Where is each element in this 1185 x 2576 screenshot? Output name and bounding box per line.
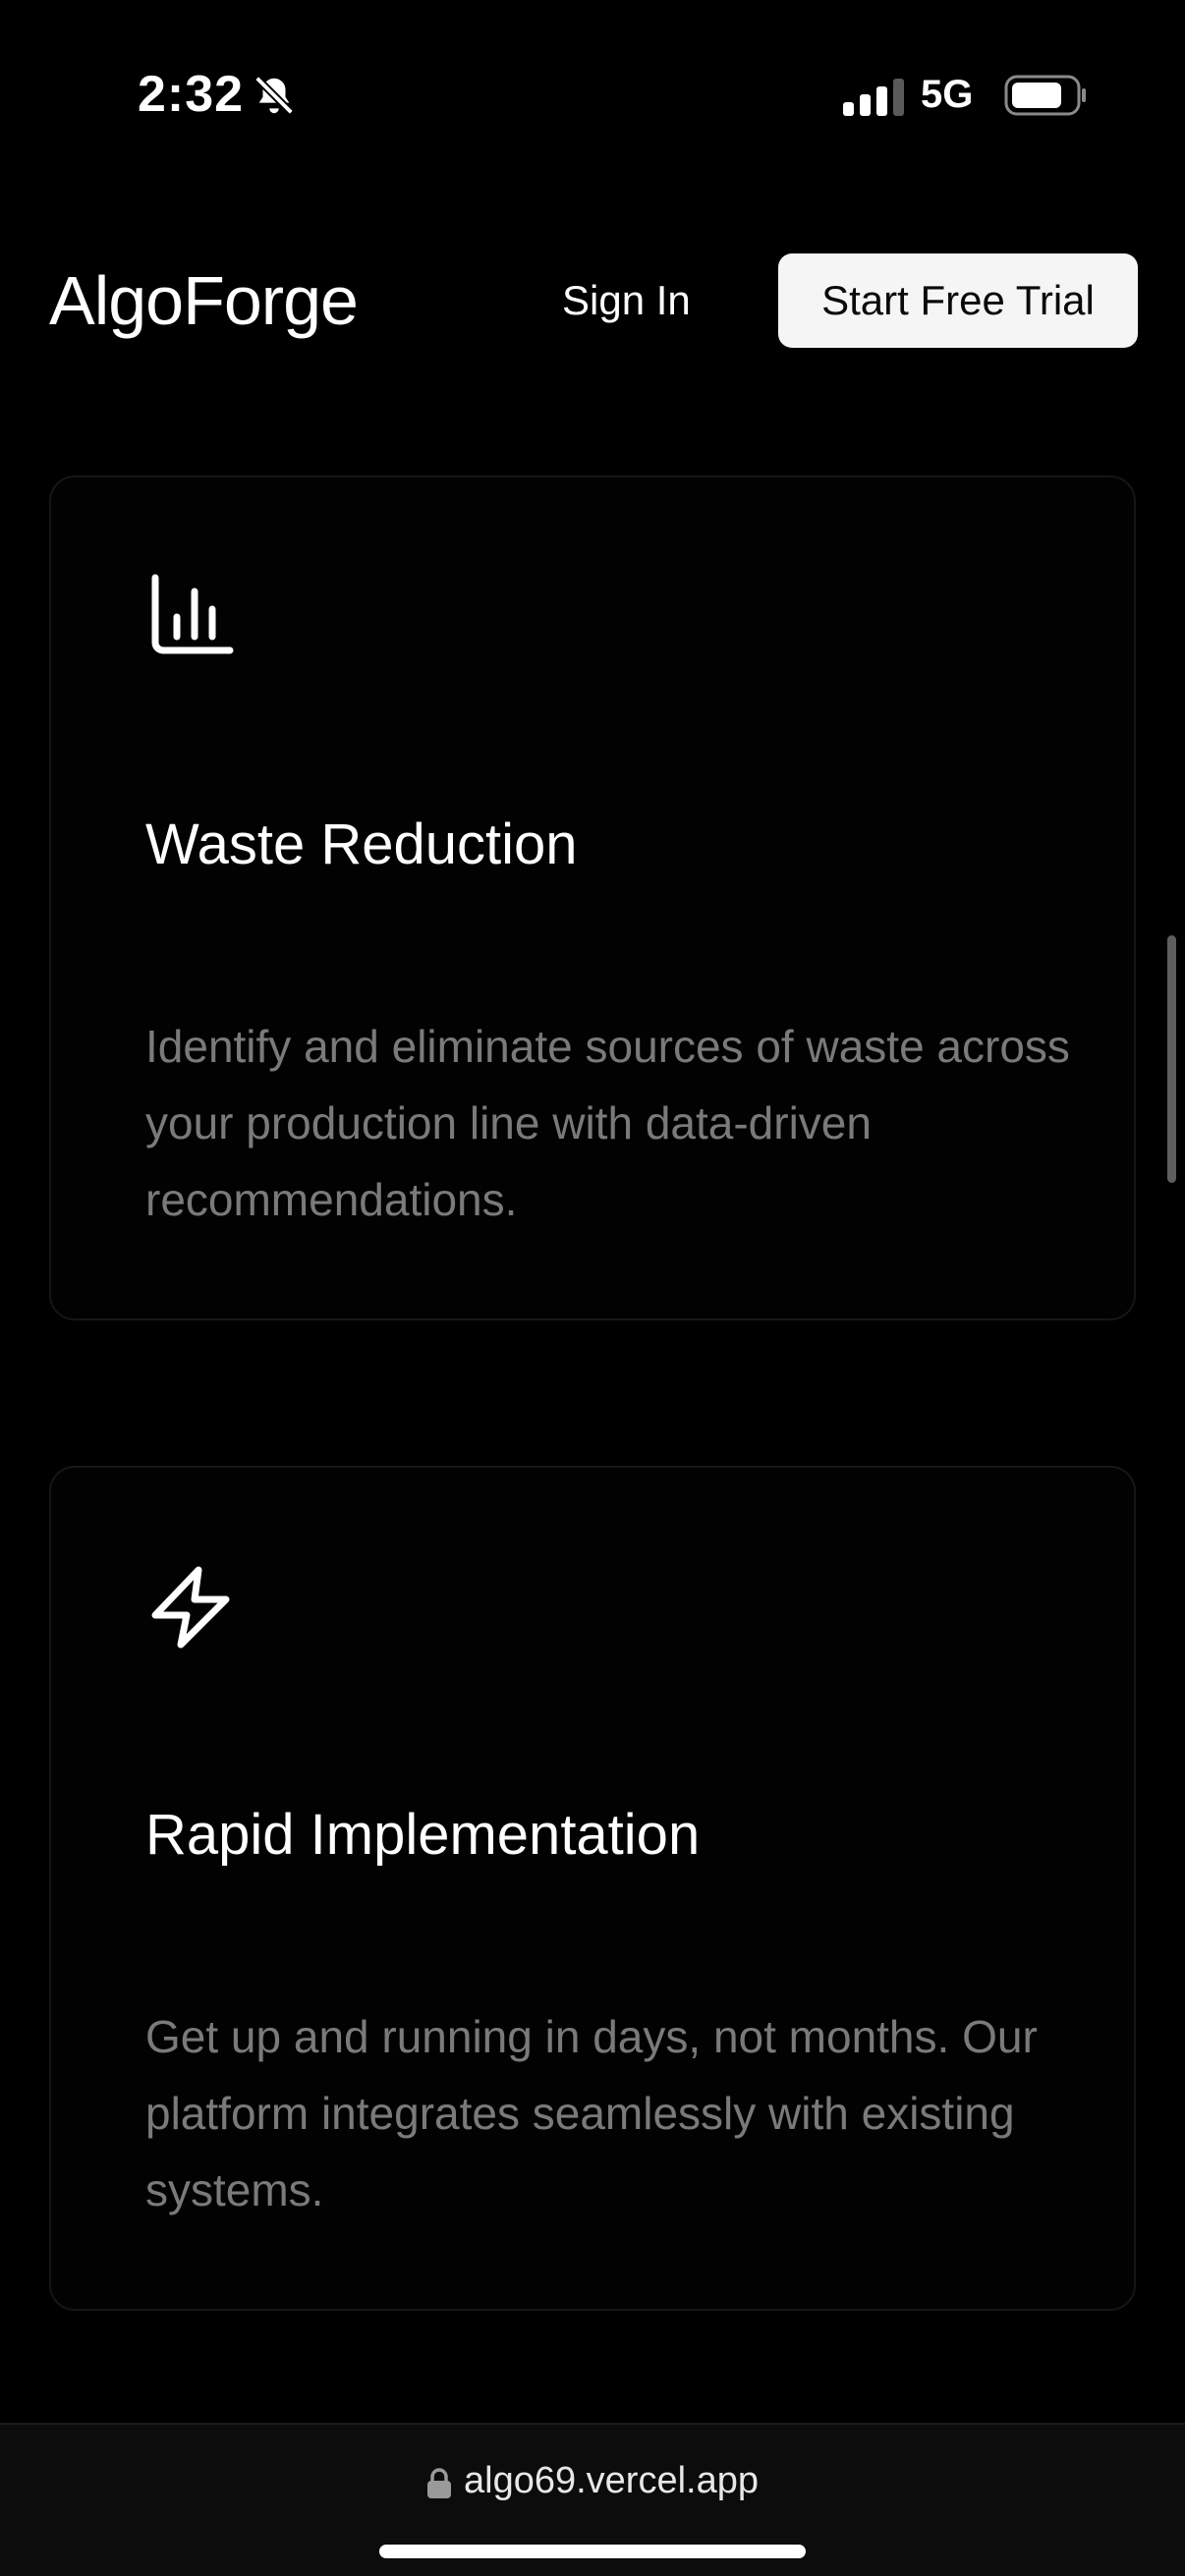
feature-description: Identify and eliminate sources of waste …: [145, 1021, 1070, 1225]
feature-card: Waste Reduction Identify and eliminate s…: [49, 476, 1136, 1320]
url-text[interactable]: algo69.vercel.app: [464, 2460, 759, 2502]
brand-logo[interactable]: AlgoForge: [49, 261, 359, 340]
site-header: AlgoForge Sign In Start Free Trial: [0, 226, 1185, 373]
network-label: 5G: [921, 73, 974, 116]
battery-icon: [1004, 75, 1086, 116]
scrollbar-thumb[interactable]: [1167, 935, 1176, 1183]
status-bar: 2:32 5G UC: [0, 0, 1185, 187]
home-indicator[interactable]: [379, 2545, 806, 2558]
feature-description: Get up and running in days, not months. …: [145, 2011, 1038, 2215]
bar-chart-icon: [151, 574, 234, 654]
feature-title: Rapid Implementation: [145, 1803, 701, 1867]
feature-card: Rapid Implementation Get up and running …: [49, 1466, 1136, 2311]
bell-off-icon: [254, 76, 294, 115]
status-time: 2:32: [138, 66, 245, 123]
sign-in-link[interactable]: Sign In: [562, 277, 691, 324]
lightning-icon: [151, 1566, 230, 1649]
lock-icon: [427, 2468, 451, 2498]
signal-icon: [843, 79, 904, 116]
feature-title: Waste Reduction: [145, 812, 578, 876]
browser-address-bar[interactable]: algo69.vercel.app: [0, 2423, 1185, 2576]
page: 2:32 5G UC AlgoForge Sign In Start Free …: [0, 0, 1185, 2576]
start-free-trial-button[interactable]: Start Free Trial: [778, 253, 1138, 348]
